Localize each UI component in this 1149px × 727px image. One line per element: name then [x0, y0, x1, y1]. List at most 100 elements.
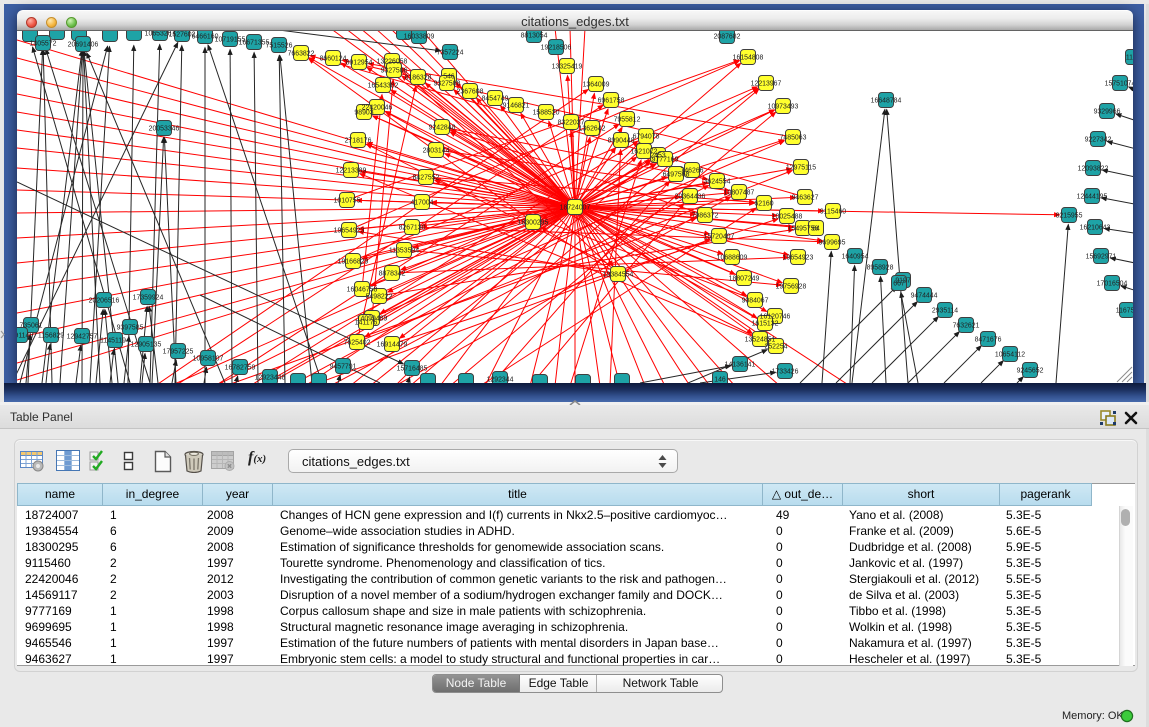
- svg-text:9146821: 9146821: [503, 103, 530, 110]
- svg-text:11353594: 11353594: [389, 248, 419, 255]
- svg-text:12093822: 12093822: [1078, 166, 1109, 173]
- svg-text:16120746: 16120746: [760, 314, 791, 321]
- svg-text:10958107: 10958107: [193, 356, 224, 363]
- svg-text:2803144: 2803144: [423, 148, 450, 155]
- svg-text:10688609: 10688609: [717, 255, 748, 262]
- svg-text:9777169: 9777169: [652, 157, 679, 164]
- svg-text:7357224: 7357224: [437, 50, 464, 57]
- svg-text:20053346: 20053346: [149, 126, 180, 133]
- svg-text:8958928: 8958928: [867, 265, 894, 272]
- svg-text:16648784: 16648784: [871, 98, 902, 105]
- svg-text:1733426: 1733426: [772, 369, 799, 376]
- svg-text:14136141: 14136141: [725, 362, 756, 369]
- svg-text:13226058: 13226058: [377, 59, 408, 66]
- svg-text:417004: 417004: [411, 200, 434, 207]
- svg-text:116753: 116753: [1116, 308, 1133, 315]
- svg-text:10973493: 10973493: [768, 104, 799, 111]
- svg-text:8813054: 8813054: [521, 33, 548, 40]
- svg-text:9699695: 9699695: [819, 240, 846, 247]
- svg-text:8186328: 8186328: [405, 75, 432, 82]
- svg-text:9327506: 9327506: [381, 68, 408, 75]
- svg-text:8454749: 8454749: [482, 96, 509, 103]
- svg-text:19166829: 19166829: [338, 259, 369, 266]
- svg-text:18300295: 18300295: [518, 220, 549, 227]
- svg-text:1010755: 1010755: [334, 198, 361, 205]
- svg-text:18807249: 18807249: [729, 276, 760, 283]
- svg-text:2718176: 2718176: [345, 138, 372, 145]
- svg-text:98903: 98903: [354, 110, 373, 117]
- svg-text:8427552: 8427552: [413, 175, 440, 182]
- svg-text:15751074: 15751074: [1105, 81, 1133, 88]
- svg-text:2935114: 2935114: [932, 308, 958, 315]
- svg-text:1362642: 1362642: [579, 126, 606, 133]
- svg-text:735061: 735061: [20, 323, 43, 330]
- svg-text:1405572: 1405572: [30, 41, 57, 48]
- svg-text:15716485: 15716485: [397, 366, 428, 373]
- svg-text:62160: 62160: [754, 201, 773, 208]
- svg-text:8471676: 8471676: [975, 337, 1002, 344]
- svg-text:6794078: 6794078: [633, 134, 660, 141]
- svg-text:10654112: 10654112: [995, 352, 1025, 359]
- svg-text:10025488: 10025488: [772, 214, 803, 221]
- svg-text:8990448: 8990448: [608, 138, 635, 145]
- svg-text:12975115: 12975115: [786, 165, 816, 172]
- svg-text:16210643: 16210643: [1080, 225, 1111, 232]
- svg-text:15692971: 15692971: [1086, 254, 1117, 261]
- svg-text:11451194: 11451194: [100, 338, 130, 345]
- svg-text:13325419: 13325419: [552, 64, 583, 71]
- svg-text:7485063: 7485063: [780, 135, 807, 142]
- svg-text:3624554: 3624554: [704, 179, 731, 186]
- svg-text:12213389: 12213389: [336, 168, 367, 175]
- svg-text:16782759: 16782759: [225, 365, 256, 372]
- svg-text:12444195: 12444195: [1077, 194, 1108, 201]
- svg-text:9397585: 9397585: [117, 325, 144, 332]
- svg-text:8912954: 8912954: [346, 60, 373, 67]
- svg-text:9242848: 9242848: [429, 125, 456, 132]
- svg-text:16033809: 16033809: [404, 34, 435, 41]
- svg-text:1364009: 1364009: [583, 82, 610, 89]
- svg-text:9463627: 9463627: [792, 195, 819, 202]
- svg-text:7515526: 7515526: [266, 43, 293, 50]
- svg-text:17359924: 17359924: [133, 295, 164, 302]
- svg-text:9327508: 9327508: [434, 81, 461, 88]
- svg-text:19218506: 19218506: [541, 45, 572, 52]
- svg-text:39114: 39114: [17, 333, 29, 340]
- svg-text:18724007: 18724007: [560, 205, 591, 212]
- svg-text:5498222: 5498222: [366, 294, 393, 301]
- svg-text:9457791: 9457791: [330, 364, 357, 371]
- svg-text:1615132: 1615132: [752, 321, 779, 328]
- svg-text:1112: 1112: [1126, 55, 1133, 62]
- svg-text:9227342: 9227342: [1085, 137, 1112, 144]
- svg-text:9084067: 9084067: [742, 298, 769, 305]
- svg-text:20206516: 20206516: [89, 298, 120, 305]
- svg-text:12905135: 12905135: [131, 342, 162, 349]
- svg-text:7632621: 7632621: [953, 323, 980, 330]
- svg-text:2367608: 2367608: [457, 89, 484, 96]
- svg-text:546: 546: [443, 74, 455, 81]
- svg-text:7625402: 7625402: [344, 340, 371, 347]
- svg-text:7663822: 7663822: [288, 51, 315, 58]
- svg-text:13524851: 13524851: [745, 337, 776, 344]
- svg-text:19654923: 19654923: [783, 255, 814, 262]
- svg-text:667: 667: [893, 281, 905, 288]
- svg-text:7955812: 7955812: [614, 117, 641, 124]
- svg-text:19756928: 19756928: [776, 284, 807, 291]
- svg-text:16914479: 16914479: [377, 342, 408, 349]
- svg-text:10807487: 10807487: [724, 190, 755, 197]
- svg-text:1588520: 1588520: [533, 110, 560, 117]
- svg-text:7986372: 7986372: [692, 213, 719, 220]
- svg-text:9245652: 9245652: [1017, 368, 1044, 375]
- svg-text:1640954: 1640954: [842, 254, 869, 261]
- svg-text:12942757: 12942757: [67, 334, 98, 341]
- svg-text:64: 64: [812, 226, 820, 233]
- svg-text:16046758: 16046758: [347, 287, 378, 294]
- svg-text:20364436: 20364436: [675, 194, 706, 201]
- svg-text:9115460: 9115460: [820, 209, 846, 216]
- svg-text:8267130: 8267130: [399, 225, 426, 232]
- svg-text:17016504: 17016504: [1097, 281, 1128, 288]
- svg-text:12213967: 12213967: [751, 81, 782, 88]
- svg-text:141176: 141176: [355, 320, 378, 327]
- svg-text:12923448: 12923448: [255, 375, 286, 382]
- svg-text:746266: 746266: [681, 168, 704, 175]
- svg-text:6961758: 6961758: [598, 98, 625, 105]
